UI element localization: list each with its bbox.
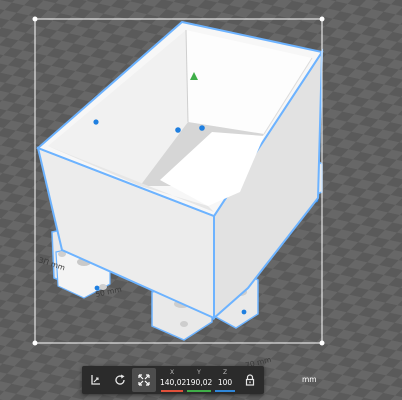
y-axis-indicator bbox=[187, 390, 211, 392]
rotate-button[interactable] bbox=[108, 368, 132, 392]
x-field[interactable]: X 140,02 bbox=[160, 369, 186, 392]
place-on-face-button[interactable] bbox=[84, 368, 108, 392]
scale-icon bbox=[137, 373, 151, 387]
handle-bottom-right bbox=[319, 340, 325, 346]
z-value[interactable]: 100 bbox=[214, 377, 236, 389]
handle-bottom-left bbox=[32, 340, 38, 346]
y-field[interactable]: Y 190,02 bbox=[186, 369, 212, 392]
z-axis-label: Z bbox=[222, 369, 228, 376]
transform-toolbar: X 140,02 Y 190,02 Z 100 mm bbox=[82, 366, 317, 394]
scale-button[interactable] bbox=[132, 368, 156, 392]
handle-top-right bbox=[319, 16, 325, 22]
y-value[interactable]: 190,02 bbox=[186, 377, 212, 389]
x-axis-indicator bbox=[161, 390, 183, 392]
z-axis-indicator bbox=[215, 390, 235, 392]
handle-top-left bbox=[32, 16, 38, 22]
lock-icon bbox=[243, 373, 257, 387]
3d-viewport[interactable]: ЗП mm 50 mm 70 mm bbox=[0, 0, 402, 400]
lock-proportions-button[interactable] bbox=[238, 368, 262, 392]
y-axis-label: Y bbox=[197, 369, 201, 376]
x-value[interactable]: 140,02 bbox=[160, 377, 186, 389]
place-on-face-icon bbox=[89, 373, 103, 387]
x-axis-label: X bbox=[169, 369, 175, 376]
unit-label: mm bbox=[302, 375, 317, 384]
rotate-icon bbox=[113, 373, 127, 387]
z-field[interactable]: Z 100 bbox=[214, 369, 236, 392]
